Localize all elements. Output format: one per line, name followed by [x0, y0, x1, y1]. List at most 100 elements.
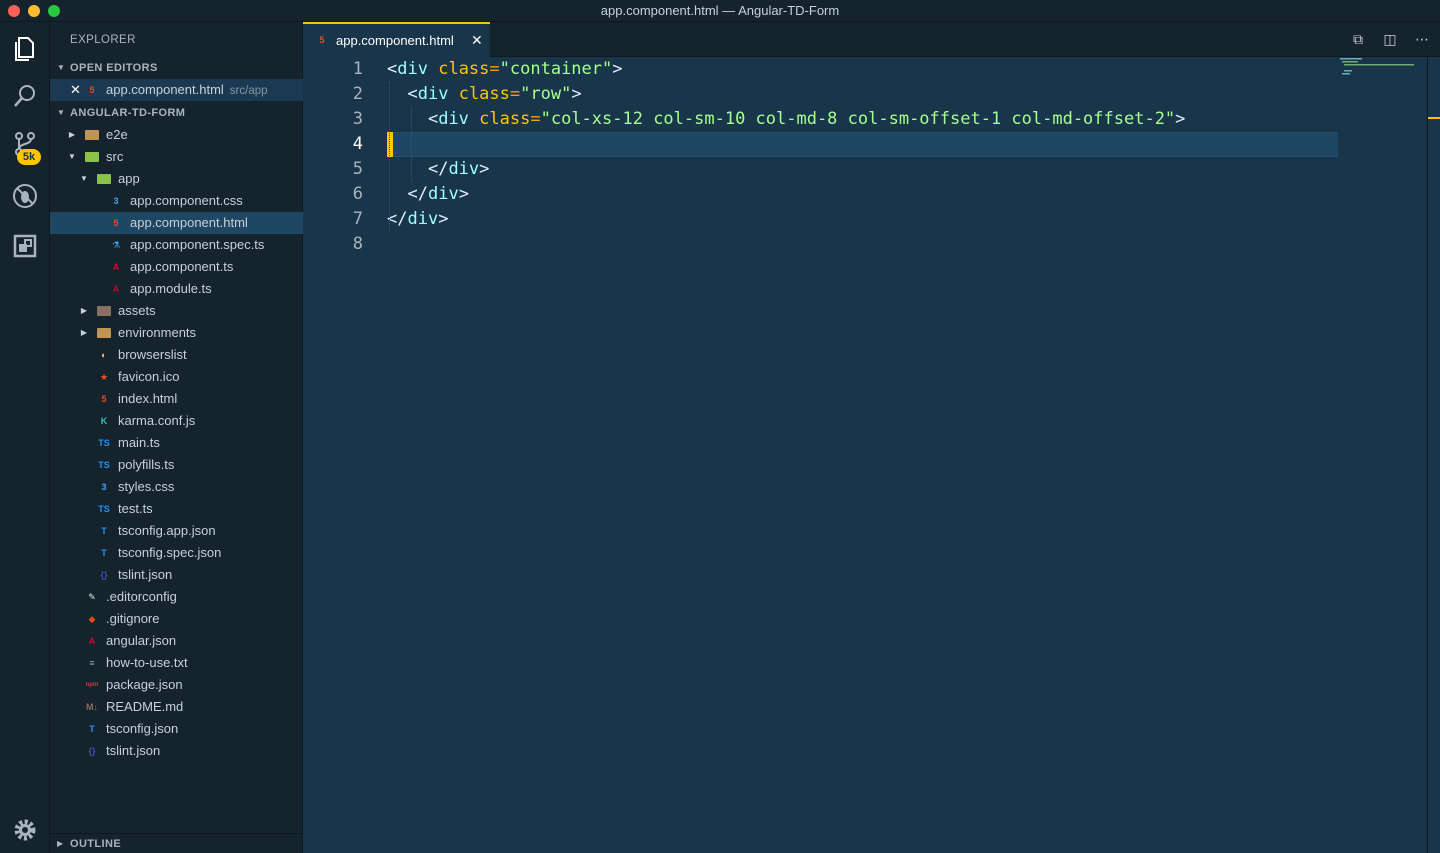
sidebar-title: EXPLORER: [70, 34, 136, 46]
tree-item[interactable]: npm package.json: [50, 674, 303, 696]
code-line[interactable]: </div>: [387, 182, 468, 207]
code-token: "col-xs-12 col-sm-10 col-md-8 col-sm-off…: [540, 109, 1176, 129]
split-editor-icon[interactable]: ◫: [1382, 31, 1398, 47]
close-icon[interactable]: ✕: [70, 79, 81, 101]
tree-item-label: index.html: [118, 391, 178, 406]
tree-item-label: tsconfig.spec.json: [118, 545, 222, 560]
line-number: 7: [352, 209, 363, 229]
project-header[interactable]: ▼ ANGULAR-TD-FORM: [50, 102, 303, 124]
html-icon: 5: [89, 85, 95, 95]
tree-item[interactable]: 5 index.html: [50, 388, 303, 410]
tree-item[interactable]: {} tslint.json: [50, 740, 303, 762]
code-token: div: [407, 209, 439, 229]
code-token: =: [489, 59, 500, 79]
code-token: <: [427, 109, 439, 129]
tree-item[interactable]: Aapp.component.ts: [50, 256, 303, 278]
search-icon[interactable]: [9, 80, 41, 112]
tree-item-label: styles.css: [118, 479, 175, 494]
tree-item-label: tsconfig.app.json: [118, 523, 216, 538]
folder-open-icon: [85, 152, 99, 162]
html-icon: 5: [101, 394, 107, 404]
extensions-icon[interactable]: [9, 230, 41, 262]
tree-item[interactable]: Ttsconfig.spec.json: [50, 542, 303, 564]
tree-item-label: e2e: [106, 127, 128, 142]
line-number: 1: [352, 59, 363, 79]
code-editor[interactable]: 1 <div class="container"> 2 <div class="ro…: [303, 57, 1440, 853]
minimap[interactable]: [1338, 57, 1428, 77]
tree-item-label: .editorconfig: [106, 589, 177, 604]
tree-item[interactable]: ▶ assets: [50, 300, 303, 322]
tree-item-label: .gitignore: [106, 611, 160, 626]
typescript-icon: TS: [98, 438, 110, 448]
tree-item[interactable]: 3 app.component.css: [50, 190, 303, 212]
gear-icon[interactable]: [9, 814, 41, 846]
tree-item[interactable]: ★ favicon.ico: [50, 366, 303, 388]
tree-item[interactable]: Ttsconfig.app.json: [50, 520, 303, 542]
open-editors-header[interactable]: ▼ OPEN EDITORS: [50, 57, 303, 79]
favicon-icon: ★: [99, 372, 109, 382]
debug-icon[interactable]: [9, 180, 41, 212]
angular-module-icon: A: [112, 284, 120, 294]
tree-item[interactable]: Kkarma.conf.js: [50, 410, 303, 432]
more-actions-icon[interactable]: ⋯: [1414, 31, 1430, 47]
code-token: </: [407, 184, 428, 204]
tree-item[interactable]: ✎ .editorconfig: [50, 586, 303, 608]
tree-item[interactable]: Aangular.json: [50, 630, 303, 652]
tree-item-label: app.component.ts: [130, 259, 234, 274]
tree-item[interactable]: ◆ .gitignore: [50, 608, 303, 630]
tree-item[interactable]: ▼ app: [50, 168, 303, 190]
html-icon: 5: [319, 35, 325, 45]
tree-item-label: app.component.css: [130, 193, 243, 208]
tree-item[interactable]: M↓ README.md: [50, 696, 303, 718]
tree-item[interactable]: 5 app.component.html: [50, 212, 303, 234]
code-token: </: [387, 209, 408, 229]
chevron-down-icon[interactable]: ▼: [67, 146, 77, 168]
tree-item[interactable]: ▼ src: [50, 146, 303, 168]
open-changes-icon[interactable]: ⧉: [1350, 31, 1366, 47]
code-token: class: [479, 109, 531, 129]
code-token: class: [458, 84, 510, 104]
chevron-right-icon: ▶: [57, 839, 64, 848]
tree-item[interactable]: {} tslint.json: [50, 564, 303, 586]
test-icon: ⚗: [111, 240, 121, 250]
open-editor-name: app.component.html: [106, 82, 224, 97]
code-token: </: [427, 159, 449, 179]
tree-item-label: polyfills.ts: [118, 457, 175, 472]
code-token: div: [438, 109, 469, 129]
tree-item-label: tsconfig.json: [106, 721, 179, 736]
tree-item[interactable]: ▶ environments: [50, 322, 303, 344]
tslint-icon: {}: [100, 570, 108, 580]
tree-item[interactable]: ≡ how-to-use.txt: [50, 652, 303, 674]
tab-app-component-html[interactable]: 5 app.component.html ✕: [303, 22, 490, 57]
git-icon: ◆: [88, 614, 96, 624]
code-line[interactable]: </div>: [387, 207, 448, 232]
close-icon[interactable]: ✕: [471, 32, 483, 49]
tree-item[interactable]: 3 styles.css: [50, 476, 303, 498]
code-line[interactable]: <div class="row">: [387, 82, 581, 107]
tree-item[interactable]: TS polyfills.ts: [50, 454, 303, 476]
tree-item[interactable]: Aapp.module.ts: [50, 278, 303, 300]
tree-item-label: app: [118, 171, 140, 186]
outline-header[interactable]: ▶ OUTLINE: [50, 833, 303, 853]
code-line[interactable]: </div>: [387, 157, 489, 182]
editor-scrollbar[interactable]: [1427, 57, 1428, 853]
tree-item[interactable]: ⚗ app.component.spec.ts: [50, 234, 303, 256]
chevron-right-icon[interactable]: ▶: [79, 322, 89, 344]
code-token: "container": [499, 59, 613, 79]
tree-item[interactable]: Ttsconfig.json: [50, 718, 303, 740]
activity-bar: 5k: [0, 22, 50, 853]
tree-item[interactable]: TS test.ts: [50, 498, 303, 520]
tree-item[interactable]: TS main.ts: [50, 432, 303, 454]
chevron-right-icon[interactable]: ▶: [67, 124, 77, 146]
open-editor-item[interactable]: ✕ 5 app.component.html src/app: [50, 79, 303, 101]
files-icon[interactable]: [9, 32, 41, 64]
code-line[interactable]: <div class="container">: [387, 57, 623, 82]
explorer-sidebar: EXPLORER ▼ OPEN EDITORS ✕ 5 app.componen…: [50, 22, 303, 853]
code-line[interactable]: <div class="col-xs-12 col-sm-10 col-md-8…: [387, 107, 1185, 132]
tree-item[interactable]: ◐ browserslist: [50, 344, 303, 366]
chevron-down-icon[interactable]: ▼: [79, 168, 89, 190]
chevron-right-icon[interactable]: ▶: [79, 300, 89, 322]
tree-item[interactable]: ▶ e2e: [50, 124, 303, 146]
